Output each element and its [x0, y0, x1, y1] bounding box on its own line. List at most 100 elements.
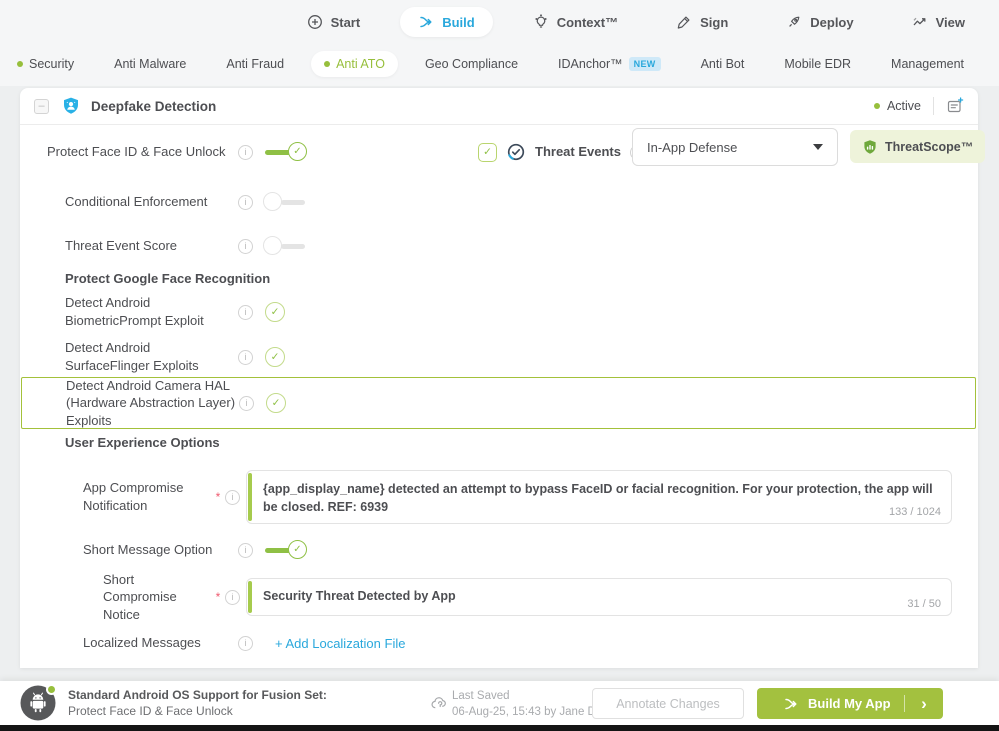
tab-start[interactable]: Start [289, 7, 379, 37]
info-icon[interactable] [238, 145, 253, 160]
row-camera-hal-highlighted: Detect Android Camera HAL (Hardware Abst… [21, 377, 976, 429]
app-screen: Start Build Context™ Sign Deploy [0, 0, 999, 731]
tab-context[interactable]: Context™ [515, 7, 636, 37]
subnav-label: Geo Compliance [425, 57, 518, 71]
panel-title: Deepfake Detection [91, 99, 216, 114]
required-marker [211, 490, 225, 504]
subnav-security[interactable]: Security [4, 51, 87, 77]
conditional-enforcement-toggle[interactable] [263, 192, 309, 213]
threat-event-score-toggle[interactable] [263, 236, 309, 257]
accent-bar [248, 473, 252, 521]
tab-deploy[interactable]: Deploy [768, 7, 871, 37]
build-label: Build My App [808, 696, 891, 711]
info-icon[interactable] [238, 239, 253, 254]
subnav-label: Security [29, 57, 74, 71]
surface-flinger-check[interactable] [265, 347, 285, 367]
annotate-changes-button[interactable]: Annotate Changes [592, 688, 744, 719]
subnav-label: Anti ATO [336, 57, 385, 71]
threatscope-label: ThreatScope™ [885, 140, 973, 154]
row-surface-flinger: Detect Android SurfaceFlinger Exploits [65, 337, 285, 377]
subnav-mobile-edr[interactable]: Mobile EDR [771, 51, 864, 77]
threat-events-label: Threat Events [535, 143, 621, 161]
tab-label: Context™ [557, 15, 618, 30]
info-icon[interactable] [238, 350, 253, 365]
footer-bar: Standard Android OS Support for Fusion S… [0, 681, 999, 725]
info-icon[interactable] [238, 305, 253, 320]
info-icon[interactable] [238, 543, 253, 558]
lightbulb-icon [533, 14, 549, 30]
new-badge: NEW [629, 57, 661, 71]
info-icon[interactable] [225, 590, 240, 605]
subnav-anti-bot[interactable]: Anti Bot [688, 51, 758, 77]
char-counter: 31 / 50 [907, 598, 941, 610]
collapse-checkbox[interactable] [34, 99, 49, 114]
field-app-compromise: App Compromise Notification {app_display… [83, 470, 952, 524]
chevron-right-icon[interactable] [905, 688, 943, 719]
row-label: Protect Face ID & Face Unlock [47, 143, 238, 161]
protect-faceid-toggle[interactable] [263, 142, 309, 163]
tab-label: Build [442, 15, 475, 30]
camera-hal-check[interactable] [266, 393, 286, 413]
annotate-label: Annotate Changes [616, 697, 720, 711]
threat-events-cluster: Threat Events [478, 134, 645, 170]
section-user-experience: User Experience Options [65, 435, 220, 450]
panel-header: Deepfake Detection Active [20, 88, 978, 125]
accent-bar [248, 581, 252, 613]
top-nav: Start Build Context™ Sign Deploy [0, 0, 983, 44]
info-icon[interactable] [238, 636, 253, 651]
subnav-anti-malware[interactable]: Anti Malware [101, 51, 199, 77]
status-label: Active [887, 99, 921, 113]
row-label: Detect Android BiometricPrompt Exploit [65, 294, 238, 329]
row-camera-hal: Detect Android Camera HAL (Hardware Abst… [66, 377, 286, 430]
build-icon [418, 14, 434, 30]
row-conditional-enforcement: Conditional Enforcement [65, 184, 309, 220]
sub-nav: Security Anti Malware Anti Fraud Anti AT… [0, 44, 977, 84]
rocket-icon [786, 14, 802, 30]
subnav-label: Management [891, 57, 964, 71]
info-icon[interactable] [225, 490, 240, 505]
app-compromise-input[interactable]: {app_display_name} detected an attempt t… [246, 470, 952, 524]
threatscope-button[interactable]: ThreatScope™ [850, 130, 985, 163]
info-icon[interactable] [239, 396, 254, 411]
build-my-app-button[interactable]: Build My App [757, 688, 943, 719]
add-localization-file-link[interactable]: + Add Localization File [275, 636, 405, 651]
deepfake-detection-panel: Deepfake Detection Active Protect Face I… [20, 88, 978, 668]
field-short-notice: Short Compromise Notice Security Threat … [103, 578, 952, 616]
cloud-saved-icon [430, 695, 447, 715]
subnav-anti-fraud[interactable]: Anti Fraud [213, 51, 297, 77]
threat-events-icon [506, 142, 526, 162]
fusion-set-subtitle: Protect Face ID & Face Unlock [68, 704, 327, 718]
tab-sign[interactable]: Sign [658, 7, 746, 37]
active-dot [874, 103, 880, 109]
section-google-face: Protect Google Face Recognition [65, 271, 270, 286]
plus-circle-icon [307, 14, 323, 30]
tab-label: Start [331, 15, 361, 30]
subnav-idanchor[interactable]: IDAnchor™ NEW [545, 51, 674, 77]
info-icon[interactable] [238, 195, 253, 210]
status-dot [46, 684, 57, 695]
row-label: Detect Android SurfaceFlinger Exploits [65, 339, 238, 374]
tab-view[interactable]: View [894, 7, 983, 37]
row-label: Conditional Enforcement [65, 193, 238, 211]
biometric-prompt-check[interactable] [265, 302, 285, 322]
tab-label: Sign [700, 15, 728, 30]
short-notice-input[interactable]: Security Threat Detected by App 31 / 50 [246, 578, 952, 616]
threat-events-checkbox[interactable] [478, 143, 497, 162]
pen-icon [676, 14, 692, 30]
subnav-label: Anti Bot [701, 57, 745, 71]
subnav-label: IDAnchor™ [558, 57, 623, 71]
field-value: {app_display_name} detected an attempt t… [247, 471, 951, 516]
status-dot [17, 61, 23, 67]
tab-build[interactable]: Build [400, 7, 493, 37]
subnav-management[interactable]: Management [878, 51, 977, 77]
build-icon [783, 696, 799, 712]
subnav-anti-ato[interactable]: Anti ATO [311, 51, 398, 77]
subnav-geo-compliance[interactable]: Geo Compliance [412, 51, 531, 77]
add-note-icon[interactable] [946, 97, 964, 115]
short-message-toggle[interactable] [263, 540, 309, 561]
row-protect-faceid: Protect Face ID & Face Unlock [47, 134, 309, 170]
subnav-label: Anti Malware [114, 57, 186, 71]
threat-events-dropdown[interactable]: In-App Defense [632, 128, 838, 166]
required-marker [211, 590, 225, 604]
trend-icon [912, 14, 928, 30]
